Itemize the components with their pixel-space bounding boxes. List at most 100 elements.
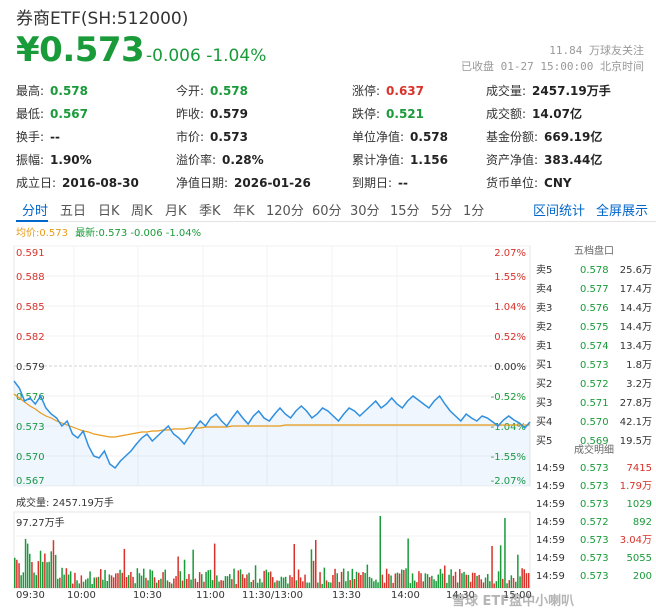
volume-bar <box>282 577 285 588</box>
stat-item: 最高: 0.578 <box>16 82 88 99</box>
stat-value: 1.156 <box>410 153 449 167</box>
volume-max-label: 97.27万手 <box>16 518 65 529</box>
stat-value: 0.567 <box>50 107 89 121</box>
volume-bar <box>336 573 338 588</box>
volume-label: 成交量: 2457.19万手 <box>16 498 114 509</box>
volume-bar <box>235 584 237 588</box>
stat-value: 0.573 <box>210 130 249 144</box>
pct-tick-label: 1.55% <box>494 272 526 283</box>
volume-bar <box>175 576 177 588</box>
volume-bar <box>517 554 519 588</box>
tab-period[interactable]: 周K <box>131 200 153 219</box>
stat-item: 市价: 0.573 <box>176 128 248 145</box>
stat-label: 资产净值: <box>486 153 539 167</box>
volume-bar <box>61 567 63 588</box>
tab-period[interactable]: 120分 <box>266 200 304 219</box>
tab-period[interactable]: 30分 <box>350 200 380 219</box>
order-price: 0.574 <box>580 341 609 352</box>
price-tick-label: 0.579 <box>16 362 45 373</box>
volume-bar <box>246 574 248 588</box>
volume-bar <box>347 571 349 588</box>
volume-bar <box>54 554 57 588</box>
volume-bar <box>426 574 429 588</box>
order-side-label: 卖2 <box>536 322 553 333</box>
trade-volume: 7415 <box>626 463 652 474</box>
volume-bar <box>130 572 132 588</box>
volume-bar <box>125 577 128 588</box>
tab-period[interactable]: 日K <box>98 200 120 219</box>
volume-bar <box>162 572 164 588</box>
volume-bar <box>168 582 171 588</box>
volume-bar <box>57 578 59 588</box>
tab-period[interactable]: 1分 <box>463 200 484 219</box>
order-book-row: 买3 0.571 27.8万 <box>532 394 656 413</box>
volume-bar <box>424 573 427 588</box>
volume-bar <box>205 571 207 588</box>
pct-tick-label: -0.52% <box>491 392 526 403</box>
order-price: 0.578 <box>580 265 609 276</box>
volume-bar <box>461 573 463 588</box>
volume-bar <box>117 573 119 588</box>
volume-bar <box>123 548 126 588</box>
tab-period[interactable]: 分时 <box>22 200 48 219</box>
order-price: 0.575 <box>580 322 609 333</box>
order-volume: 17.4万 <box>619 284 652 295</box>
tab-period[interactable]: 5分 <box>431 200 452 219</box>
volume-bar <box>330 582 332 588</box>
volume-bar <box>340 571 343 588</box>
volume-bar <box>362 572 364 588</box>
trade-volume: 5055 <box>626 553 652 564</box>
volume-bar <box>456 582 459 588</box>
volume-bar <box>186 578 188 588</box>
order-book-row: 卖1 0.574 13.4万 <box>532 337 656 356</box>
volume-bar <box>487 574 489 588</box>
trade-volume: 1029 <box>626 499 652 510</box>
price-change: -0.006 -1.04% <box>146 46 267 66</box>
tab-period[interactable]: 五日 <box>60 200 86 219</box>
volume-bar <box>153 577 156 588</box>
stat-value: 0.521 <box>386 107 425 121</box>
volume-bar <box>237 570 240 588</box>
volume-bar <box>63 574 65 588</box>
volume-bar <box>190 579 192 588</box>
volume-bar <box>259 578 261 588</box>
volume-bar <box>112 577 115 588</box>
volume-bar <box>295 580 298 588</box>
trade-price: 0.573 <box>580 499 609 510</box>
stat-item: 货币单位: CNY <box>486 174 572 191</box>
stat-value: 0.578 <box>210 84 249 98</box>
volume-bar <box>338 581 341 588</box>
volume-bar <box>67 574 70 588</box>
volume-bar <box>97 576 100 588</box>
fullscreen-link[interactable]: 全屏展示 <box>596 200 648 219</box>
volume-bar <box>431 575 433 588</box>
volume-bar <box>42 561 44 588</box>
range-stats-link[interactable]: 区间统计 <box>533 200 585 219</box>
stat-value: 1.90% <box>50 153 92 167</box>
order-book-row: 卖2 0.575 14.4万 <box>532 318 656 337</box>
volume-bar <box>254 565 257 588</box>
order-book: 五档盘口 卖5 0.578 25.6万 卖4 0.577 17.4万 卖3 0.576 14.4… <box>532 242 656 451</box>
tab-period[interactable]: 季K <box>199 200 221 219</box>
volume-bar <box>33 572 35 588</box>
volume-bar <box>35 575 37 588</box>
stat-value: 383.44亿 <box>544 153 603 167</box>
intraday-chart[interactable]: 0.591 2.07% 0.588 1.55% 0.585 1.04% 0.582 0.52%… <box>0 240 532 590</box>
volume-bar <box>489 581 491 588</box>
avg-price-legend: 均价:0.573 <box>16 228 68 239</box>
volume-bar <box>360 575 362 588</box>
volume-bar <box>29 553 31 588</box>
stat-item: 到期日: -- <box>352 174 408 191</box>
tab-period[interactable]: 15分 <box>390 200 420 219</box>
volume-bar <box>323 567 326 588</box>
volume-bar <box>441 573 444 588</box>
tab-period[interactable]: 60分 <box>312 200 342 219</box>
volume-bar <box>24 538 27 588</box>
watermark: 雪球 ETF盘中小喇叭 <box>452 594 575 609</box>
trade-price: 0.573 <box>580 463 609 474</box>
tab-period[interactable]: 月K <box>165 200 187 219</box>
volume-bar <box>510 575 513 588</box>
volume-bar <box>358 572 360 588</box>
volume-bar <box>181 580 184 588</box>
tab-period[interactable]: 年K <box>233 200 255 219</box>
